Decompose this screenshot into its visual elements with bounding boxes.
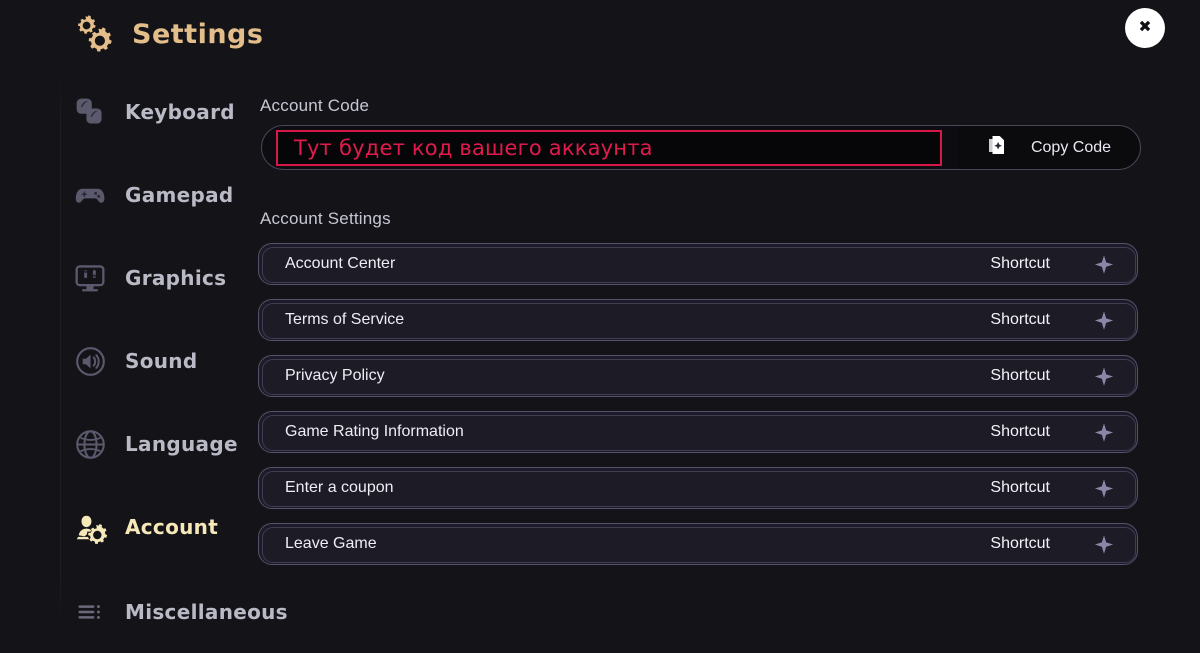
sidebar-item-label: Account xyxy=(125,515,219,539)
monitor-icon xyxy=(72,260,108,296)
globe-icon xyxy=(72,426,108,462)
row-label: Leave Game xyxy=(285,535,377,552)
sparkle-icon xyxy=(1093,310,1115,332)
sidebar-item-graphics[interactable]: Graphics xyxy=(72,253,262,303)
copy-code-label: Copy Code xyxy=(1030,138,1112,156)
sidebar-item-label: Keyboard xyxy=(125,100,235,124)
sidebar-item-keyboard[interactable]: Keyboard xyxy=(72,87,262,137)
table-row[interactable]: Privacy Policy Shortcut xyxy=(258,355,1138,397)
list-icon xyxy=(72,594,108,630)
sidebar-item-label: Sound xyxy=(125,349,198,373)
row-label: Game Rating Information xyxy=(285,423,464,440)
window-header: Settings xyxy=(0,0,1200,70)
account-settings-section-label: Account Settings xyxy=(260,209,391,228)
account-code-value: Тут будет код вашего аккаунта xyxy=(294,136,653,160)
row-action-label: Shortcut xyxy=(990,535,1050,552)
sidebar-item-label: Graphics xyxy=(125,266,227,290)
close-x-icon xyxy=(1134,15,1156,42)
account-code-section-label: Account Code xyxy=(260,96,370,115)
close-button[interactable] xyxy=(1125,8,1165,48)
settings-window: Settings Keyboard Gamepad Graphics Sound… xyxy=(0,0,1200,653)
sidebar-item-sound[interactable]: Sound xyxy=(72,336,262,386)
gamepad-icon xyxy=(72,177,108,213)
row-label: Terms of Service xyxy=(285,311,405,328)
sparkle-icon xyxy=(1093,422,1115,444)
row-action-label: Shortcut xyxy=(990,479,1050,496)
sidebar-item-language[interactable]: Language xyxy=(72,419,262,469)
sidebar-item-label: Gamepad xyxy=(125,183,234,207)
sidebar-item-gamepad[interactable]: Gamepad xyxy=(72,170,262,220)
row-label: Account Center xyxy=(285,255,396,272)
sidebar: Keyboard Gamepad Graphics Sound Language… xyxy=(0,70,288,653)
table-row[interactable]: Game Rating Information Shortcut xyxy=(258,411,1138,453)
page-title: Settings xyxy=(72,12,263,56)
copy-code-button[interactable]: Copy Code xyxy=(957,126,1139,169)
row-label: Enter a coupon xyxy=(285,479,394,496)
sidebar-item-miscellaneous[interactable]: Miscellaneous xyxy=(72,587,288,637)
sidebar-item-label: Language xyxy=(125,432,238,456)
gears-icon xyxy=(72,12,116,56)
sparkle-icon xyxy=(1093,478,1115,500)
copy-document-icon xyxy=(985,133,1009,162)
sparkle-icon xyxy=(1093,366,1115,388)
account-gear-icon xyxy=(72,509,108,545)
row-action-label: Shortcut xyxy=(990,423,1050,440)
row-action-label: Shortcut xyxy=(990,255,1050,272)
speaker-icon xyxy=(72,343,108,379)
row-action-label: Shortcut xyxy=(990,311,1050,328)
sparkle-icon xyxy=(1093,534,1115,556)
main-content: Account Code Тут будет код вашего аккаун… xyxy=(258,70,1200,653)
row-label: Privacy Policy xyxy=(285,367,385,384)
sidebar-item-account[interactable]: Account xyxy=(72,502,262,552)
keyboard-keys-icon xyxy=(72,94,108,130)
table-row[interactable]: Terms of Service Shortcut xyxy=(258,299,1138,341)
table-row[interactable]: Account Center Shortcut xyxy=(258,243,1138,285)
sparkle-icon xyxy=(1093,254,1115,276)
row-action-label: Shortcut xyxy=(990,367,1050,384)
page-title-text: Settings xyxy=(132,18,264,50)
table-row[interactable]: Leave Game Shortcut xyxy=(258,523,1138,565)
table-row[interactable]: Enter a coupon Shortcut xyxy=(258,467,1138,509)
account-code-input[interactable]: Тут будет код вашего аккаунта xyxy=(276,130,942,166)
